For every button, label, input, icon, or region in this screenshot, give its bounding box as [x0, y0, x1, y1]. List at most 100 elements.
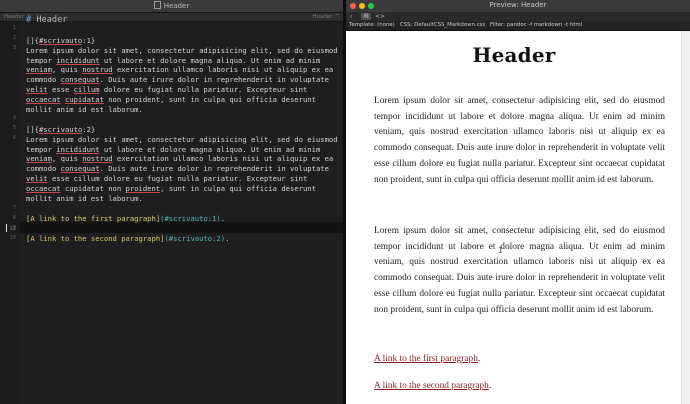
misspelled-word: velit	[26, 85, 48, 95]
anchor-open: []{	[26, 124, 39, 134]
misspelled-word: nostrud	[82, 154, 113, 164]
para-line: velit esse cillum dolore eu fugiat nulla…	[26, 174, 338, 184]
misspelled-word: cupidatat	[64, 95, 104, 105]
preview-scrollbar[interactable]	[681, 31, 690, 404]
back-icon[interactable]: ‹	[350, 13, 352, 20]
link-first-label[interactable]: A link to the first paragraph	[374, 354, 478, 364]
link-second-label[interactable]: A link to the second paragraph	[374, 381, 489, 391]
line-number: 1	[12, 25, 16, 31]
text: . Duis aute irure dolor in reprehenderit…	[99, 75, 329, 85]
text: .	[220, 213, 226, 223]
link-text: [A link to the first paragraph]	[26, 213, 161, 223]
text: esse cillum dolore eu fugiat nulla paria…	[47, 174, 308, 184]
para-line: tempor incididunt ut labore et dolore ma…	[26, 56, 338, 66]
markdown-editor[interactable]: # Header []{#scrivauto:1} Lorem ipsum do…	[26, 15, 338, 244]
filter-select[interactable]: Filter: pandoc -f markdown -t html	[490, 22, 582, 28]
editor-window: Header Header ⌃ Header ⌃ 1 2 3 4 5 6 7 8 9…	[0, 0, 343, 404]
mouse-ibeam-cursor: I	[498, 246, 503, 255]
misspelled-word: incididunt	[56, 55, 100, 65]
text: tempor	[26, 144, 57, 154]
misspelled-word: proident	[125, 184, 161, 194]
anchor-line: []{#scrivauto:2}	[26, 125, 338, 135]
preview-icon[interactable]: ▤	[361, 13, 371, 20]
heading-hash: #	[26, 15, 32, 25]
line-number: 2	[12, 35, 16, 41]
line-number: 7	[12, 205, 16, 211]
text: ut labore et dolore magna aliqua. Ut eni…	[99, 144, 321, 154]
preview-window: Preview: Header ‹ ▤ <> Template: (none) …	[346, 0, 690, 404]
heading-text: Header	[36, 15, 68, 25]
para-line: occaecat cupidatat non proident, sunt in…	[26, 95, 338, 105]
text: commodo	[26, 164, 61, 174]
text: dolore eu fugiat nulla pariatur. Excepte…	[99, 85, 308, 95]
text: esse	[47, 85, 74, 95]
breadcrumb-left-label: Header	[4, 14, 25, 20]
preview-link-second[interactable]: A link to the second paragraph.	[374, 381, 491, 391]
line-number: 6	[12, 135, 16, 141]
document-icon	[153, 1, 161, 9]
para-line: commodo consequat. Duis aute irure dolor…	[26, 75, 338, 85]
preview-heading: Header	[472, 43, 556, 67]
preview-document: Header Lorem ipsum dolor sit amet, conse…	[346, 31, 682, 404]
misspelled-word: occaecat	[26, 95, 61, 105]
line-number-gutter: 1 2 3 4 5 6 7 8 9 10 11	[0, 22, 20, 404]
anchor-id: #scrivauto	[38, 35, 83, 45]
text: exercitation ullamco laboris nisi ut ali…	[112, 65, 334, 75]
text: ut labore et dolore magna aliqua. Ut eni…	[99, 55, 321, 65]
para-line: velit esse cillum dolore eu fugiat nulla…	[26, 85, 338, 95]
preview-titlebar: Preview: Header	[346, 0, 690, 12]
para-line: commodo consequat. Duis aute irure dolor…	[26, 164, 338, 174]
para-line: occaecat cupidatat non proident, sunt in…	[26, 184, 338, 194]
misspelled-word: consequat	[60, 164, 100, 174]
misspelled-word: incididunt	[56, 144, 100, 154]
misspelled-word: consequat	[60, 75, 100, 85]
anchor-open: []{	[26, 35, 39, 45]
template-select[interactable]: Template: (none)	[349, 22, 395, 28]
line-number: 4	[12, 115, 16, 121]
editor-titlebar: Header	[0, 0, 343, 13]
text: exercitation ullamco laboris nisi ut ali…	[112, 154, 334, 164]
text: , quis	[51, 65, 83, 75]
text: .	[477, 354, 481, 364]
misspelled-word: cillum	[73, 85, 100, 95]
para-line: mollit anim id est laborum.	[26, 194, 143, 204]
misspelled-word: nostrud	[82, 65, 113, 75]
line-number: 5	[12, 125, 16, 131]
text: .	[488, 381, 492, 391]
text-caret	[6, 224, 7, 232]
text: commodo	[26, 75, 61, 85]
link-text: [A link to the second paragraph]	[26, 233, 165, 243]
text: cupidatat non	[60, 184, 126, 194]
para-line: Lorem ipsum dolor sit amet, consectetur …	[26, 45, 338, 55]
link-url: (#scrivauto:1)	[160, 213, 221, 223]
editor-title-text: Header	[163, 2, 190, 10]
anchor-close: :1}	[82, 35, 96, 45]
link-line: [A link to the first paragraph](#scrivau…	[26, 214, 338, 224]
para-line: mollit anim id est laborum.	[26, 105, 143, 115]
link-line: [A link to the second paragraph](#scriva…	[26, 234, 338, 244]
misspelled-word: veniam	[26, 65, 52, 75]
css-select[interactable]: CSS: DefaultCSS_Markdown.css	[400, 22, 485, 28]
text: .	[225, 233, 230, 243]
misspelled-word: veniam	[26, 154, 52, 164]
misspelled-word: occaecat	[26, 184, 61, 194]
anchor-id: #scrivauto	[38, 124, 83, 134]
code-icon[interactable]: <>	[375, 13, 385, 20]
anchor-line: []{#scrivauto:1}	[26, 36, 338, 46]
para-line: veniam, quis nostrud exercitation ullamc…	[26, 154, 338, 164]
line-number: 3	[12, 45, 16, 51]
link-url: (#scrivauto:2)	[164, 233, 226, 243]
preview-paragraph-2: Lorem ipsum dolor sit amet, consectetur …	[374, 226, 665, 315]
preview-paragraph-1: Lorem ipsum dolor sit amet, consectetur …	[374, 96, 665, 185]
line-number: 8	[12, 215, 16, 221]
para-line: veniam, quis nostrud exercitation ullamc…	[26, 65, 338, 75]
preview-link-first[interactable]: A link to the first paragraph.	[374, 354, 480, 364]
para-line: tempor incididunt ut labore et dolore ma…	[26, 145, 338, 155]
text: non proident, sunt in culpa qui officia …	[103, 95, 316, 105]
anchor-close: :2}	[82, 124, 96, 134]
text: , sunt in culpa qui officia deserunt	[160, 184, 316, 194]
